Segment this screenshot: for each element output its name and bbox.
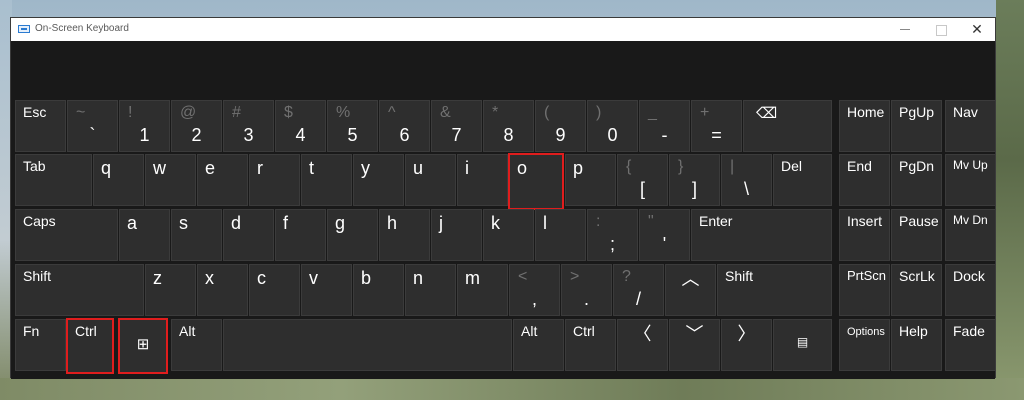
key-close-bracket[interactable]: }] [669, 154, 720, 206]
key-n[interactable]: n [405, 264, 456, 316]
key-3[interactable]: #3 [223, 100, 274, 152]
key-alt-right[interactable]: Alt [513, 319, 564, 371]
minimize-button[interactable] [887, 18, 923, 41]
chevron-up-icon: ︿ [681, 269, 700, 289]
key-q[interactable]: q [93, 154, 144, 206]
key-backslash[interactable]: | \ [721, 154, 772, 206]
key-open-bracket[interactable]: {[ [617, 154, 668, 206]
key-m[interactable]: m [457, 264, 508, 316]
key-d[interactable]: d [223, 209, 274, 261]
key-1[interactable]: ! 1 [119, 100, 170, 152]
key-alt-left[interactable]: Alt [171, 319, 222, 371]
key-shift-right[interactable]: Shift [717, 264, 832, 316]
key-arrow-up[interactable]: ︿ [665, 264, 716, 316]
key-dock[interactable]: Dock [945, 264, 996, 316]
keyboard-area: Esc ~ ` ! 1 @2 #3 $4 % 5 ^ 6 & 7 * 8 (9 ) 0 _ - … [11, 41, 996, 379]
key-r[interactable]: r [249, 154, 300, 206]
key-slash[interactable]: ? / [613, 264, 664, 316]
key-arrow-left[interactable]: 〈 [617, 319, 668, 371]
key-h[interactable]: h [379, 209, 430, 261]
key-0[interactable]: ) 0 [587, 100, 638, 152]
title-bar[interactable]: On-Screen Keyboard ✕ [11, 18, 995, 41]
key-esc[interactable]: Esc [15, 100, 66, 152]
key-backspace[interactable]: ⌫ [743, 100, 832, 152]
key-semicolon[interactable]: :; [587, 209, 638, 261]
key-e[interactable]: e [197, 154, 248, 206]
key-5[interactable]: % 5 [327, 100, 378, 152]
key-7[interactable]: & 7 [431, 100, 482, 152]
key-6[interactable]: ^ 6 [379, 100, 430, 152]
key-arrow-right[interactable]: 〉 [721, 319, 772, 371]
key-enter[interactable]: Enter [691, 209, 832, 261]
key-c[interactable]: c [249, 264, 300, 316]
key-mvdn[interactable]: Mv Dn [945, 209, 996, 261]
key-fade[interactable]: Fade [945, 319, 996, 371]
key-w[interactable]: w [145, 154, 196, 206]
key-v[interactable]: v [301, 264, 352, 316]
key-y[interactable]: y [353, 154, 404, 206]
key-a[interactable]: a [119, 209, 170, 261]
context-menu-icon: ▤ [796, 335, 809, 349]
key-ctrl-left[interactable]: Ctrl [66, 318, 114, 374]
key-u[interactable]: u [405, 154, 456, 206]
key-mvup[interactable]: Mv Up [945, 154, 996, 206]
windows-logo-icon: ⊞ [136, 336, 150, 353]
key-o[interactable]: o [508, 153, 564, 210]
key-backtick[interactable]: ~ ` [67, 100, 118, 152]
key-period[interactable]: >. [561, 264, 612, 316]
key-pause[interactable]: Pause [891, 209, 942, 261]
maximize-button[interactable] [923, 18, 959, 41]
desktop-background-right [996, 0, 1024, 400]
key-b[interactable]: b [353, 264, 404, 316]
key-scrlk[interactable]: ScrLk [891, 264, 942, 316]
key-x[interactable]: x [197, 264, 248, 316]
key-menu[interactable]: ▤ [773, 319, 832, 371]
on-screen-keyboard-window: On-Screen Keyboard ✕ Esc ~ ` ! 1 @2 #3 $4 … [10, 17, 996, 379]
chevron-down-icon: ﹀ [685, 324, 704, 344]
key-i[interactable]: i [457, 154, 508, 206]
window-title: On-Screen Keyboard [35, 23, 129, 34]
key-tab[interactable]: Tab [15, 154, 92, 206]
key-options[interactable]: Options [839, 319, 890, 371]
key-space[interactable] [223, 319, 512, 371]
key-del[interactable]: Del [773, 154, 832, 206]
key-comma[interactable]: <, [509, 264, 560, 316]
keyboard-icon [18, 25, 30, 33]
key-insert[interactable]: Insert [839, 209, 890, 261]
key-minus[interactable]: _ - [639, 100, 690, 152]
chevron-left-icon: 〈 [633, 324, 652, 344]
close-button[interactable]: ✕ [959, 18, 995, 41]
key-end[interactable]: End [839, 154, 890, 206]
backspace-icon: ⌫ [756, 105, 778, 122]
key-l[interactable]: l [535, 209, 586, 261]
key-f[interactable]: f [275, 209, 326, 261]
key-windows[interactable]: ⊞ [118, 318, 168, 374]
key-quote[interactable]: " ' [639, 209, 690, 261]
key-9[interactable]: (9 [535, 100, 586, 152]
key-4[interactable]: $4 [275, 100, 326, 152]
key-help[interactable]: Help [891, 319, 942, 371]
key-pgup[interactable]: PgUp [891, 100, 942, 152]
key-equals[interactable]: + = [691, 100, 742, 152]
key-s[interactable]: s [171, 209, 222, 261]
key-k[interactable]: k [483, 209, 534, 261]
key-2[interactable]: @2 [171, 100, 222, 152]
key-pgdn[interactable]: PgDn [891, 154, 942, 206]
key-t[interactable]: t [301, 154, 352, 206]
key-ctrl-right[interactable]: Ctrl [565, 319, 616, 371]
key-prtscn[interactable]: PrtScn [839, 264, 890, 316]
key-p[interactable]: p [565, 154, 616, 206]
desktop-background-bottom [0, 378, 1024, 400]
key-home[interactable]: Home [839, 100, 890, 152]
key-caps[interactable]: Caps [15, 209, 118, 261]
key-fn[interactable]: Fn [15, 319, 66, 371]
key-8[interactable]: * 8 [483, 100, 534, 152]
key-nav[interactable]: Nav [945, 100, 996, 152]
chevron-right-icon: 〉 [737, 324, 756, 344]
key-j[interactable]: j [431, 209, 482, 261]
key-arrow-down[interactable]: ﹀ [669, 319, 720, 371]
key-g[interactable]: g [327, 209, 378, 261]
key-shift-left[interactable]: Shift [15, 264, 144, 316]
key-z[interactable]: z [145, 264, 196, 316]
